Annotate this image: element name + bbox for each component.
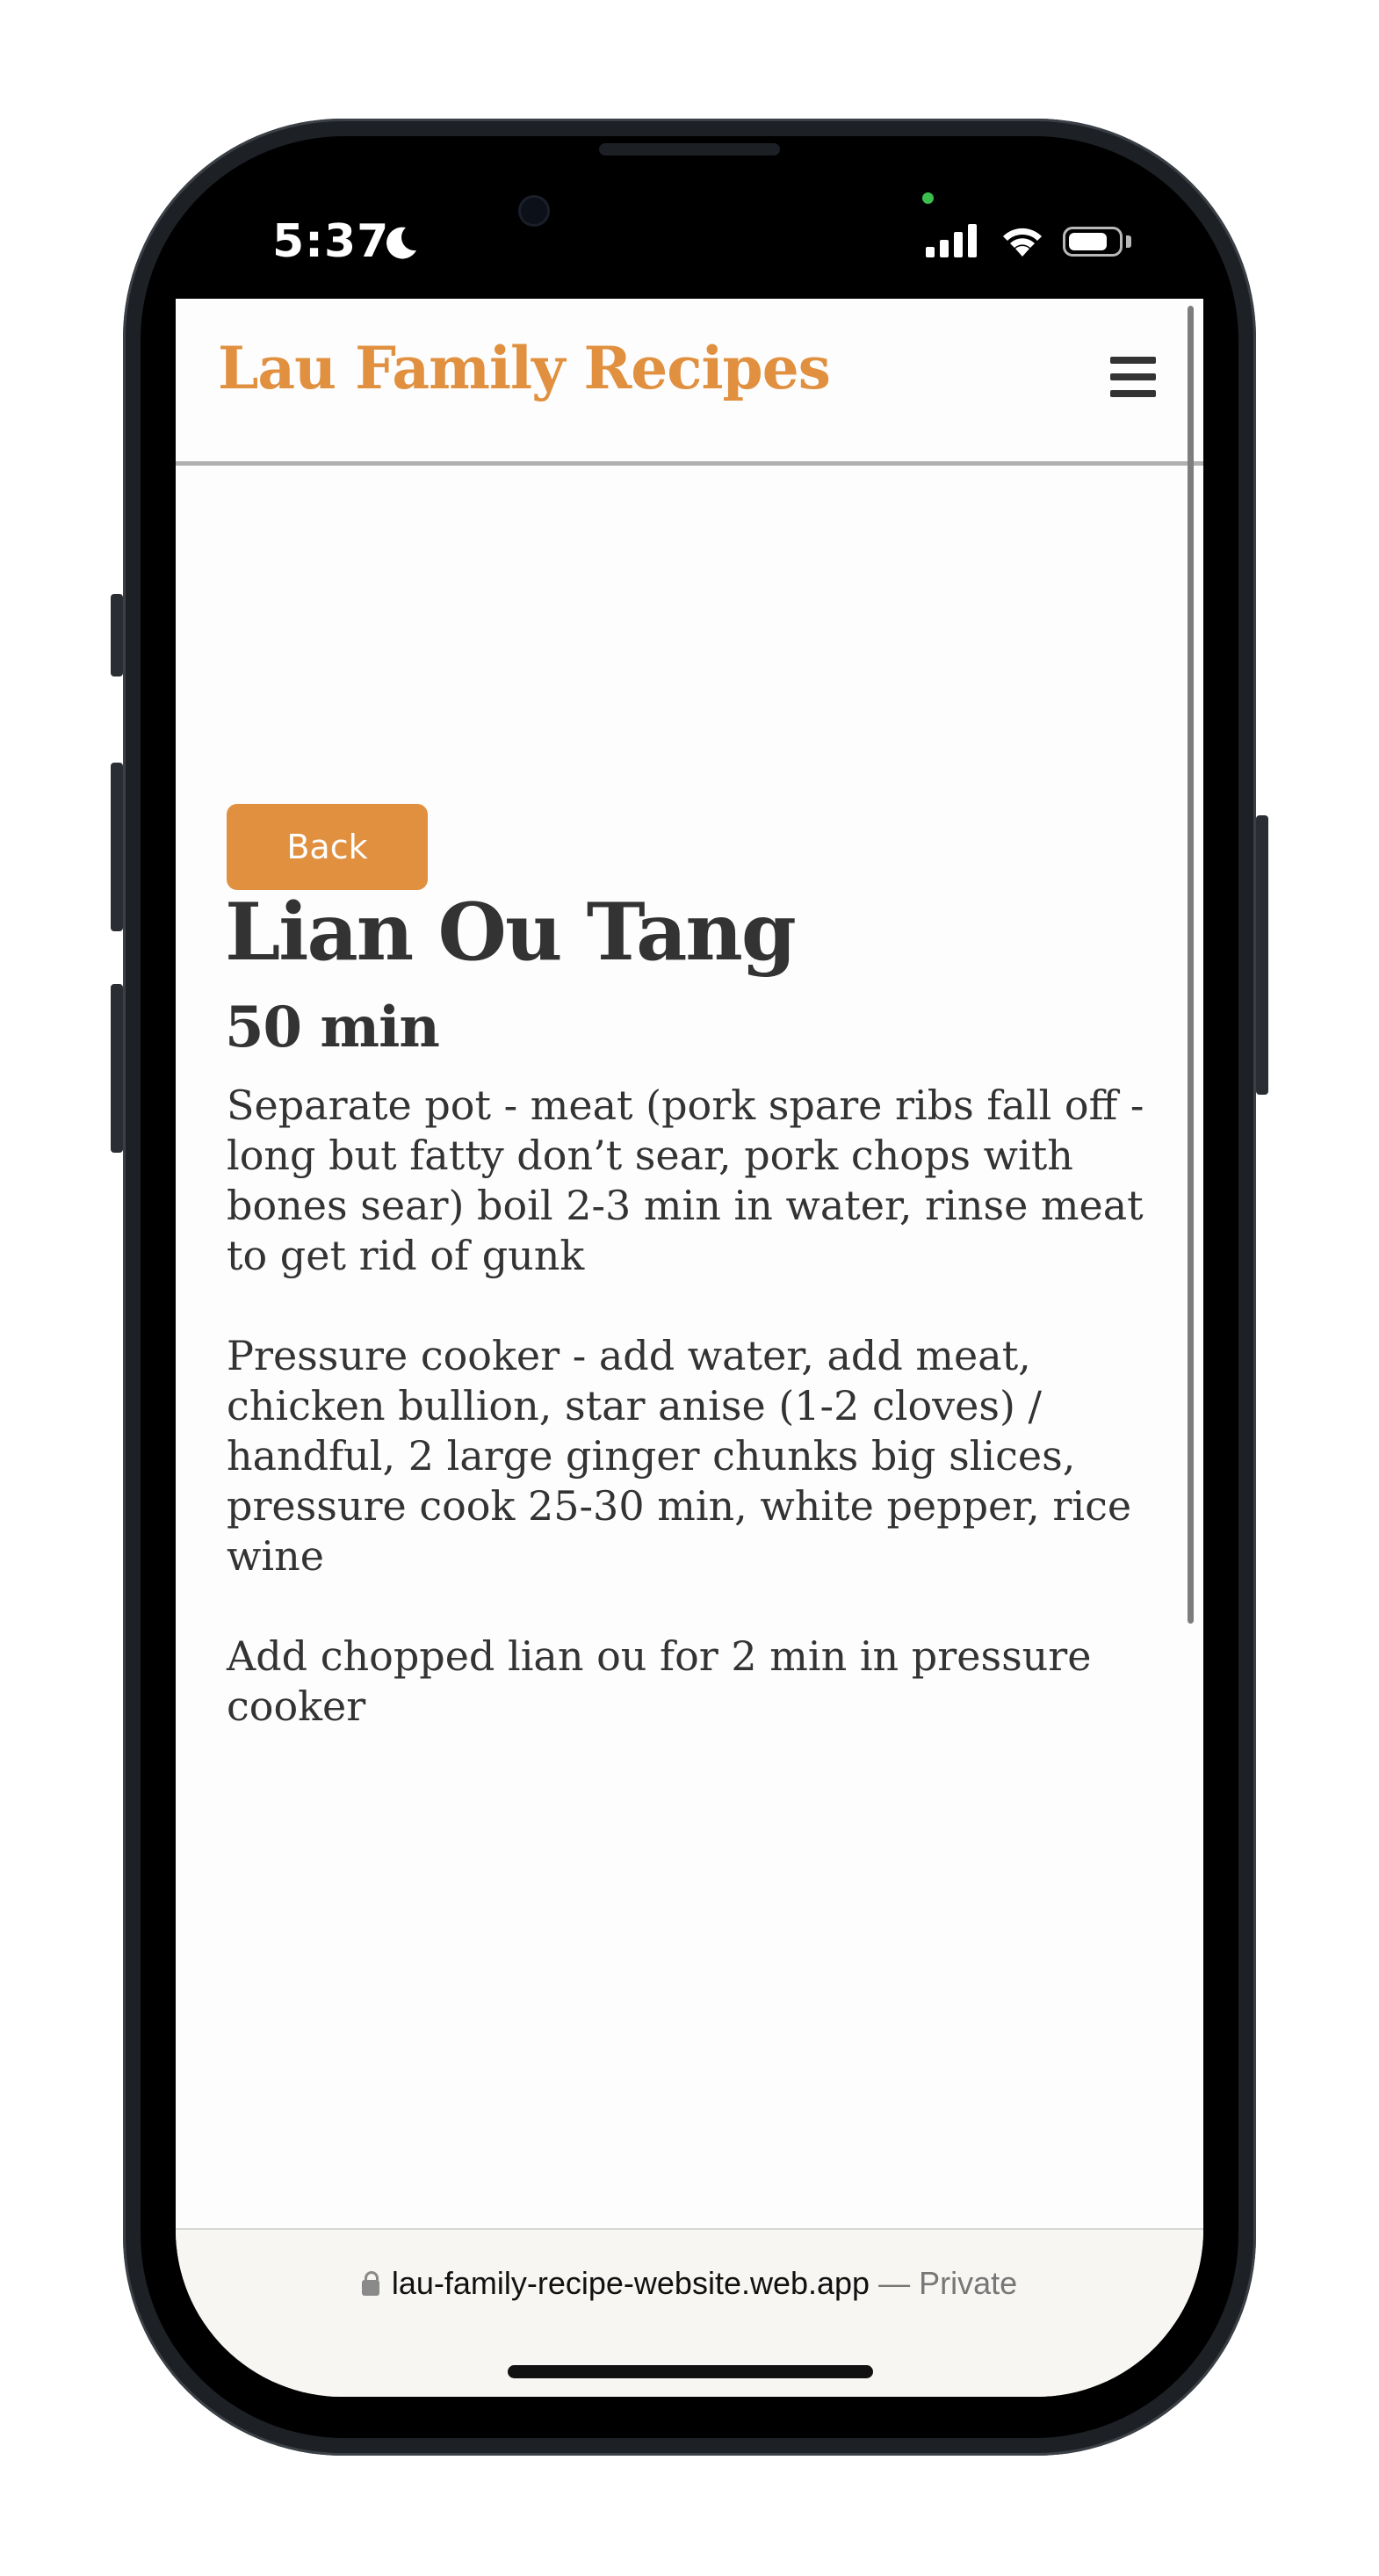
status-bar: 5:37 [176,176,1203,299]
cellular-signal-icon [926,224,977,257]
site-header: Lau Family Recipes [176,299,1203,466]
page-scrollbar[interactable] [1188,306,1194,1624]
instruction-paragraph: Add chopped lian ou for 2 min in pressur… [227,1632,1092,1730]
battery-nub [1126,235,1131,248]
power-button [1256,815,1268,1095]
moon-icon [386,227,416,259]
action-button [111,594,123,677]
volume-up-button [111,763,123,931]
home-indicator[interactable] [508,2365,873,2378]
recipe-time: 50 min [225,995,440,1060]
battery-level-fill [1069,233,1107,250]
browser-address-bar[interactable]: lau-family-recipe-website.web.app — Priv… [176,2228,1203,2397]
lock-icon [361,2271,379,2296]
recipe-instructions: Separate pot - meat (pork spare ribs fal… [227,1081,1175,1782]
address-line[interactable]: lau-family-recipe-website.web.app — Priv… [176,2265,1203,2302]
hamburger-line [1110,357,1156,364]
instruction-paragraph: Separate pot - meat (pork spare ribs fal… [227,1082,1144,1279]
private-mode-label: — Private [878,2265,1018,2301]
browser-viewport[interactable]: Lau Family Recipes Back Lian Ou Tang 50 … [176,299,1203,2397]
hamburger-line [1110,373,1156,380]
status-time: 5:37 [272,215,390,268]
back-button[interactable]: Back [227,804,428,890]
instruction-paragraph: Pressure cooker - add water, add meat, c… [227,1332,1132,1580]
wifi-icon [1003,228,1042,257]
hamburger-line [1110,390,1156,397]
battery-icon [1063,227,1123,257]
hamburger-menu-icon[interactable] [1110,357,1156,397]
earpiece-speaker [599,143,780,156]
volume-down-button [111,984,123,1153]
recipe-title: Lian Ou Tang [225,886,797,979]
url-text[interactable]: lau-family-recipe-website.web.app [392,2265,870,2301]
site-brand[interactable]: Lau Family Recipes [218,334,831,402]
